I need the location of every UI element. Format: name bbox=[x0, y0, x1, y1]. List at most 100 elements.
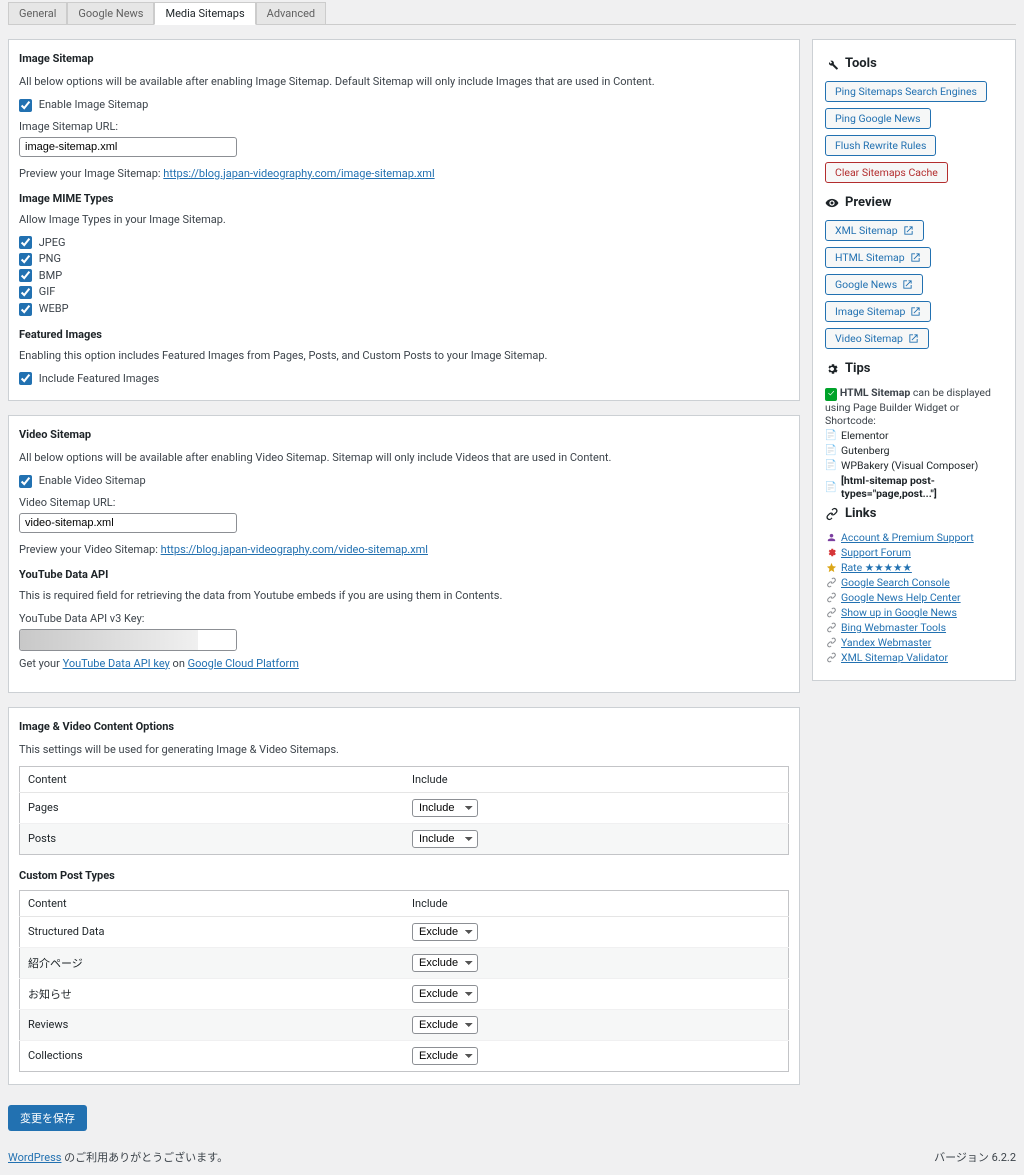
video-sitemap-desc: All below options will be available afte… bbox=[19, 451, 789, 464]
link-icon bbox=[825, 637, 837, 649]
table-row: PostsIncludeExclude bbox=[20, 823, 789, 854]
row-name: Collections bbox=[20, 1040, 405, 1071]
doc-icon: 📄 bbox=[825, 430, 837, 442]
link-support-forum[interactable]: Support Forum bbox=[841, 546, 911, 559]
mime-jpeg-label: JPEG bbox=[39, 236, 66, 249]
cpt-title: Custom Post Types bbox=[19, 869, 789, 882]
include-select[interactable]: IncludeExclude bbox=[412, 830, 478, 848]
tab-media-sitemaps[interactable]: Media Sitemaps bbox=[154, 2, 255, 25]
preview-xml-sitemap[interactable]: XML Sitemap bbox=[825, 220, 924, 241]
tips-shortcode-row: 📄 [html-sitemap post-types="page,post...… bbox=[825, 474, 1003, 500]
mime-jpeg-row[interactable]: JPEG bbox=[19, 236, 789, 250]
tool-flush-rewrite-rules[interactable]: Flush Rewrite Rules bbox=[825, 135, 936, 156]
enable-video-sitemap-checkbox[interactable] bbox=[19, 475, 32, 488]
link-account-premium-support[interactable]: Account & Premium Support bbox=[841, 531, 974, 544]
content-table: Content Include PagesIncludeExcludePosts… bbox=[19, 766, 789, 855]
tools-heading: Tools bbox=[825, 56, 1003, 71]
enable-image-sitemap-label: Enable Image Sitemap bbox=[39, 98, 149, 111]
preview-video-sitemap[interactable]: Video Sitemap bbox=[825, 328, 929, 349]
row-name: お知らせ bbox=[20, 978, 405, 1009]
footer-left: WordPress のご利用ありがとうございます。 bbox=[8, 1149, 228, 1165]
preview-html-sitemap[interactable]: HTML Sitemap bbox=[825, 247, 931, 268]
image-sitemap-panel: Image Sitemap All below options will be … bbox=[8, 39, 800, 401]
row-include-cell: IncludeExclude bbox=[404, 1040, 789, 1071]
link-bing-webmaster-tools[interactable]: Bing Webmaster Tools bbox=[841, 621, 946, 634]
mime-bmp-label: BMP bbox=[39, 269, 62, 282]
tools-title: Tools bbox=[845, 56, 877, 71]
include-select[interactable]: IncludeExclude bbox=[412, 1047, 478, 1065]
yt-desc: This is required field for retrieving th… bbox=[19, 589, 789, 602]
tab-google-news[interactable]: Google News bbox=[67, 2, 154, 24]
table-row: お知らせ IncludeExclude bbox=[20, 978, 789, 1009]
image-preview-link[interactable]: https://blog.japan-videography.com/image… bbox=[163, 167, 434, 180]
mime-webp-row[interactable]: WEBP bbox=[19, 302, 789, 316]
video-preview-prefix: Preview your Video Sitemap: bbox=[19, 543, 161, 556]
tab-advanced[interactable]: Advanced bbox=[256, 2, 326, 24]
mime-desc: Allow Image Types in your Image Sitemap. bbox=[19, 213, 789, 226]
include-select[interactable]: IncludeExclude bbox=[412, 799, 478, 817]
link-row: Google Search Console bbox=[825, 576, 1003, 589]
featured-desc: Enabling this option includes Featured I… bbox=[19, 349, 789, 362]
link-yandex-webmaster[interactable]: Yandex Webmaster bbox=[841, 636, 931, 649]
user-icon bbox=[825, 532, 837, 544]
external-icon bbox=[902, 279, 913, 290]
mime-bmp-checkbox[interactable] bbox=[19, 269, 32, 282]
external-icon bbox=[903, 225, 914, 236]
enable-image-sitemap-row[interactable]: Enable Image Sitemap bbox=[19, 98, 789, 112]
mime-webp-checkbox[interactable] bbox=[19, 303, 32, 316]
featured-row[interactable]: Include Featured Images bbox=[19, 372, 789, 386]
mime-png-row[interactable]: PNG bbox=[19, 252, 789, 266]
table-row: Collections IncludeExclude bbox=[20, 1040, 789, 1071]
tips-text: ✓ HTML Sitemap can be displayed using Pa… bbox=[825, 386, 1003, 427]
row-include-cell: IncludeExclude bbox=[404, 823, 789, 854]
mime-gif-row[interactable]: GIF bbox=[19, 285, 789, 299]
enable-image-sitemap-checkbox[interactable] bbox=[19, 99, 32, 112]
include-select[interactable]: IncludeExclude bbox=[412, 985, 478, 1003]
yt-key-label: YouTube Data API v3 Key: bbox=[19, 612, 789, 625]
include-select[interactable]: IncludeExclude bbox=[412, 1016, 478, 1034]
link-google-search-console[interactable]: Google Search Console bbox=[841, 576, 950, 589]
yt-gcp-link[interactable]: Google Cloud Platform bbox=[188, 657, 299, 670]
wordpress-link[interactable]: WordPress bbox=[8, 1151, 61, 1164]
links-heading: Links bbox=[825, 506, 1003, 521]
link-row: Yandex Webmaster bbox=[825, 636, 1003, 649]
row-include-cell: IncludeExclude bbox=[404, 916, 789, 947]
table-row: Structured Data IncludeExclude bbox=[20, 916, 789, 947]
star-icon bbox=[825, 562, 837, 574]
video-url-input[interactable] bbox=[19, 513, 237, 533]
link-show-up-in-google-news[interactable]: Show up in Google News bbox=[841, 606, 957, 619]
tab-general[interactable]: General bbox=[8, 2, 67, 24]
tip-item: 📄Gutenberg bbox=[825, 444, 1003, 457]
link-icon bbox=[825, 592, 837, 604]
th-content: Content bbox=[20, 766, 405, 792]
enable-video-sitemap-row[interactable]: Enable Video Sitemap bbox=[19, 474, 789, 488]
link-icon bbox=[825, 607, 837, 619]
tool-ping-google-news[interactable]: Ping Google News bbox=[825, 108, 931, 129]
tool-ping-sitemaps-search-engines[interactable]: Ping Sitemaps Search Engines bbox=[825, 81, 987, 102]
table-row: ReviewsIncludeExclude bbox=[20, 1009, 789, 1040]
mime-png-checkbox[interactable] bbox=[19, 253, 32, 266]
featured-checkbox[interactable] bbox=[19, 372, 32, 385]
yt-key-input[interactable] bbox=[19, 629, 237, 651]
save-button[interactable]: 変更を保存 bbox=[8, 1105, 87, 1131]
image-url-input[interactable] bbox=[19, 137, 237, 157]
link-xml-sitemap-validator[interactable]: XML Sitemap Validator bbox=[841, 651, 948, 664]
video-preview-link[interactable]: https://blog.japan-videography.com/video… bbox=[161, 543, 428, 556]
mime-jpeg-checkbox[interactable] bbox=[19, 236, 32, 249]
row-name: Structured Data bbox=[20, 916, 405, 947]
content-options-desc: This settings will be used for generatin… bbox=[19, 743, 789, 756]
tool-clear-sitemaps-cache[interactable]: Clear Sitemaps Cache bbox=[825, 162, 948, 183]
link-google-news-help-center[interactable]: Google News Help Center bbox=[841, 591, 961, 604]
include-select[interactable]: IncludeExclude bbox=[412, 954, 478, 972]
preview-image-sitemap[interactable]: Image Sitemap bbox=[825, 301, 931, 322]
yt-on: on bbox=[170, 657, 188, 670]
include-select[interactable]: IncludeExclude bbox=[412, 923, 478, 941]
mime-bmp-row[interactable]: BMP bbox=[19, 269, 789, 283]
mime-gif-checkbox[interactable] bbox=[19, 286, 32, 299]
tips-title: Tips bbox=[845, 361, 871, 376]
yt-api-link[interactable]: YouTube Data API key bbox=[63, 657, 170, 670]
preview-google-news[interactable]: Google News bbox=[825, 274, 923, 295]
link-rate-[interactable]: Rate ★★★★★ bbox=[841, 561, 912, 574]
preview-title: Preview bbox=[845, 195, 892, 210]
link-row: Google News Help Center bbox=[825, 591, 1003, 604]
